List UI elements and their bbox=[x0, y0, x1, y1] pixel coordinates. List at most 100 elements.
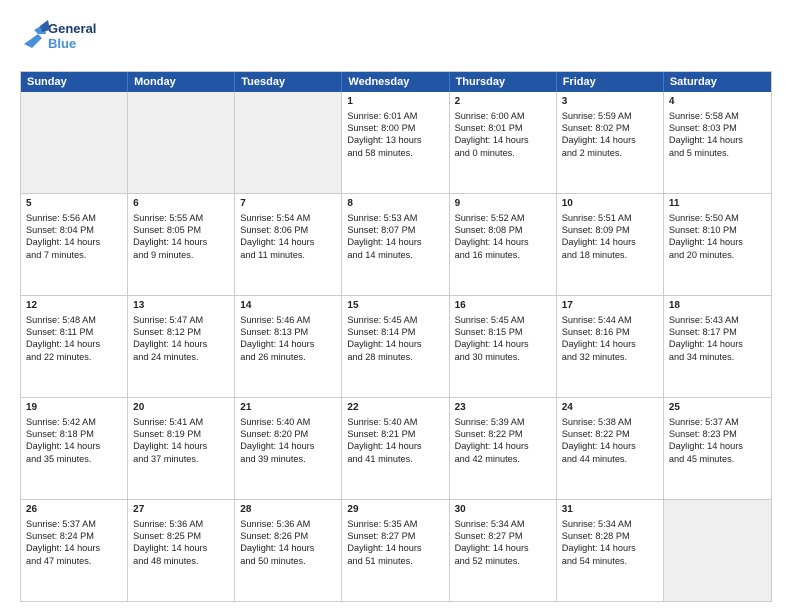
empty-cell-4-6 bbox=[664, 500, 771, 601]
day-cell-6: 6Sunrise: 5:55 AMSunset: 8:05 PMDaylight… bbox=[128, 194, 235, 295]
header-day-thursday: Thursday bbox=[450, 72, 557, 92]
day-info-line: and 41 minutes. bbox=[347, 453, 443, 465]
day-cell-27: 27Sunrise: 5:36 AMSunset: 8:25 PMDayligh… bbox=[128, 500, 235, 601]
day-info-line: Sunrise: 5:55 AM bbox=[133, 212, 229, 224]
day-info-line: and 0 minutes. bbox=[455, 147, 551, 159]
day-info-line: and 18 minutes. bbox=[562, 249, 658, 261]
day-info-line: Daylight: 14 hours bbox=[347, 236, 443, 248]
day-cell-31: 31Sunrise: 5:34 AMSunset: 8:28 PMDayligh… bbox=[557, 500, 664, 601]
day-info-line: Daylight: 14 hours bbox=[240, 236, 336, 248]
day-info-line: and 5 minutes. bbox=[669, 147, 766, 159]
day-info-line: Sunrise: 5:47 AM bbox=[133, 314, 229, 326]
day-number: 19 bbox=[26, 401, 122, 415]
day-info-line: Daylight: 14 hours bbox=[240, 338, 336, 350]
day-info-line: Sunset: 8:22 PM bbox=[562, 428, 658, 440]
day-info-line: and 7 minutes. bbox=[26, 249, 122, 261]
day-info-line: Daylight: 14 hours bbox=[455, 236, 551, 248]
day-info-line: and 11 minutes. bbox=[240, 249, 336, 261]
day-info-line: Sunset: 8:11 PM bbox=[26, 326, 122, 338]
day-info-line: Daylight: 14 hours bbox=[669, 338, 766, 350]
day-cell-8: 8Sunrise: 5:53 AMSunset: 8:07 PMDaylight… bbox=[342, 194, 449, 295]
day-info-line: Daylight: 14 hours bbox=[133, 542, 229, 554]
day-info-line: Daylight: 14 hours bbox=[26, 236, 122, 248]
page: General Blue SundayMondayTuesdayWednesda… bbox=[0, 0, 792, 612]
day-info-line: and 37 minutes. bbox=[133, 453, 229, 465]
logo-svg: General Blue bbox=[20, 16, 110, 63]
day-info-line: Daylight: 14 hours bbox=[562, 440, 658, 452]
day-cell-18: 18Sunrise: 5:43 AMSunset: 8:17 PMDayligh… bbox=[664, 296, 771, 397]
day-info-line: Sunset: 8:17 PM bbox=[669, 326, 766, 338]
day-info-line: Sunrise: 5:52 AM bbox=[455, 212, 551, 224]
day-info-line: Daylight: 14 hours bbox=[562, 542, 658, 554]
header-day-monday: Monday bbox=[128, 72, 235, 92]
day-number: 20 bbox=[133, 401, 229, 415]
header-day-sunday: Sunday bbox=[21, 72, 128, 92]
day-cell-26: 26Sunrise: 5:37 AMSunset: 8:24 PMDayligh… bbox=[21, 500, 128, 601]
day-number: 29 bbox=[347, 503, 443, 517]
header-day-friday: Friday bbox=[557, 72, 664, 92]
day-number: 28 bbox=[240, 503, 336, 517]
day-number: 5 bbox=[26, 197, 122, 211]
day-info-line: Daylight: 14 hours bbox=[455, 338, 551, 350]
day-cell-15: 15Sunrise: 5:45 AMSunset: 8:14 PMDayligh… bbox=[342, 296, 449, 397]
empty-cell-0-2 bbox=[235, 92, 342, 193]
day-info-line: Daylight: 14 hours bbox=[347, 440, 443, 452]
day-info-line: Sunset: 8:27 PM bbox=[455, 530, 551, 542]
day-cell-7: 7Sunrise: 5:54 AMSunset: 8:06 PMDaylight… bbox=[235, 194, 342, 295]
day-info-line: and 14 minutes. bbox=[347, 249, 443, 261]
day-cell-24: 24Sunrise: 5:38 AMSunset: 8:22 PMDayligh… bbox=[557, 398, 664, 499]
day-info-line: Sunrise: 5:54 AM bbox=[240, 212, 336, 224]
day-info-line: Sunrise: 5:43 AM bbox=[669, 314, 766, 326]
day-number: 3 bbox=[562, 95, 658, 109]
day-cell-1: 1Sunrise: 6:01 AMSunset: 8:00 PMDaylight… bbox=[342, 92, 449, 193]
day-info-line: and 2 minutes. bbox=[562, 147, 658, 159]
header-day-tuesday: Tuesday bbox=[235, 72, 342, 92]
day-number: 23 bbox=[455, 401, 551, 415]
day-info-line: Sunset: 8:21 PM bbox=[347, 428, 443, 440]
day-cell-21: 21Sunrise: 5:40 AMSunset: 8:20 PMDayligh… bbox=[235, 398, 342, 499]
day-info-line: and 22 minutes. bbox=[26, 351, 122, 363]
day-info-line: Sunrise: 5:38 AM bbox=[562, 416, 658, 428]
svg-text:General: General bbox=[48, 21, 96, 36]
day-info-line: Sunset: 8:04 PM bbox=[26, 224, 122, 236]
day-info-line: Sunrise: 5:35 AM bbox=[347, 518, 443, 530]
day-number: 11 bbox=[669, 197, 766, 211]
day-info-line: Sunset: 8:10 PM bbox=[669, 224, 766, 236]
day-info-line: Daylight: 14 hours bbox=[669, 134, 766, 146]
day-info-line: Daylight: 14 hours bbox=[455, 542, 551, 554]
day-info-line: Sunset: 8:26 PM bbox=[240, 530, 336, 542]
day-info-line: Daylight: 14 hours bbox=[133, 338, 229, 350]
day-info-line: Sunset: 8:24 PM bbox=[26, 530, 122, 542]
day-info-line: and 28 minutes. bbox=[347, 351, 443, 363]
day-info-line: and 9 minutes. bbox=[133, 249, 229, 261]
day-cell-20: 20Sunrise: 5:41 AMSunset: 8:19 PMDayligh… bbox=[128, 398, 235, 499]
day-info-line: Sunset: 8:15 PM bbox=[455, 326, 551, 338]
day-info-line: Sunrise: 5:59 AM bbox=[562, 110, 658, 122]
logo: General Blue bbox=[20, 16, 110, 63]
day-number: 30 bbox=[455, 503, 551, 517]
day-number: 13 bbox=[133, 299, 229, 313]
day-info-line: and 54 minutes. bbox=[562, 555, 658, 567]
day-cell-9: 9Sunrise: 5:52 AMSunset: 8:08 PMDaylight… bbox=[450, 194, 557, 295]
empty-cell-0-1 bbox=[128, 92, 235, 193]
day-cell-11: 11Sunrise: 5:50 AMSunset: 8:10 PMDayligh… bbox=[664, 194, 771, 295]
day-info-line: Sunset: 8:03 PM bbox=[669, 122, 766, 134]
calendar-row-1: 5Sunrise: 5:56 AMSunset: 8:04 PMDaylight… bbox=[21, 193, 771, 295]
day-cell-2: 2Sunrise: 6:00 AMSunset: 8:01 PMDaylight… bbox=[450, 92, 557, 193]
day-info-line: and 35 minutes. bbox=[26, 453, 122, 465]
calendar: SundayMondayTuesdayWednesdayThursdayFrid… bbox=[20, 71, 772, 602]
day-number: 4 bbox=[669, 95, 766, 109]
day-info-line: Sunrise: 5:41 AM bbox=[133, 416, 229, 428]
day-info-line: Daylight: 14 hours bbox=[455, 134, 551, 146]
day-info-line: Sunset: 8:18 PM bbox=[26, 428, 122, 440]
day-info-line: Sunset: 8:00 PM bbox=[347, 122, 443, 134]
day-info-line: Sunset: 8:13 PM bbox=[240, 326, 336, 338]
day-info-line: Sunset: 8:28 PM bbox=[562, 530, 658, 542]
day-info-line: Sunrise: 5:39 AM bbox=[455, 416, 551, 428]
calendar-row-4: 26Sunrise: 5:37 AMSunset: 8:24 PMDayligh… bbox=[21, 499, 771, 601]
day-number: 24 bbox=[562, 401, 658, 415]
day-cell-5: 5Sunrise: 5:56 AMSunset: 8:04 PMDaylight… bbox=[21, 194, 128, 295]
day-info-line: Sunrise: 6:01 AM bbox=[347, 110, 443, 122]
day-info-line: Daylight: 14 hours bbox=[669, 236, 766, 248]
day-info-line: Daylight: 14 hours bbox=[562, 134, 658, 146]
